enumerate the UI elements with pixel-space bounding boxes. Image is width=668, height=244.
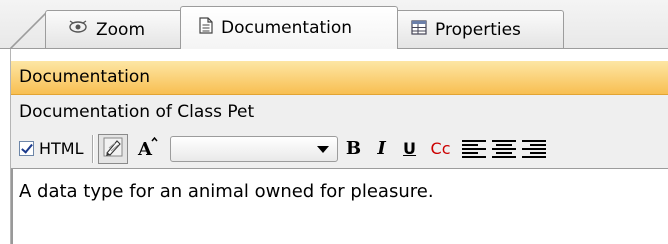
documentation-editor[interactable]: A data type for an animal owned for plea… — [11, 169, 668, 244]
font-family-select[interactable] — [169, 135, 338, 162]
highlight-pen-button[interactable] — [97, 133, 128, 164]
tab-zoom[interactable]: Zoom — [45, 10, 185, 48]
tab-zoom-label: Zoom — [96, 19, 146, 40]
text-color-icon: Cc — [430, 138, 451, 158]
align-center-button[interactable] — [491, 139, 516, 158]
tab-properties[interactable]: Properties — [394, 10, 564, 48]
align-left-button[interactable] — [461, 139, 486, 158]
html-checkbox[interactable] — [19, 141, 34, 156]
editor-text: A data type for an animal owned for plea… — [19, 181, 434, 202]
format-toolbar: HTML A B I U Cc — [11, 129, 668, 169]
font-size-icon: A — [135, 136, 159, 162]
panel-subtitle: Documentation of Class Pet — [11, 95, 668, 129]
font-size-button[interactable]: A — [132, 134, 162, 164]
chevron-down-icon — [316, 145, 329, 153]
html-checkbox-label: HTML — [39, 139, 84, 158]
align-right-button[interactable] — [521, 139, 546, 158]
text-color-button[interactable]: Cc — [426, 135, 456, 163]
bold-button[interactable]: B — [342, 135, 366, 163]
tab-documentation-label: Documentation — [221, 18, 353, 38]
tab-strip-edge — [10, 10, 50, 48]
document-icon — [199, 17, 213, 39]
panel-title: Documentation — [11, 61, 668, 95]
highlight-pen-icon — [102, 136, 124, 162]
toolbar-separator — [91, 134, 94, 163]
italic-button[interactable]: I — [370, 135, 394, 163]
tab-properties-label: Properties — [435, 19, 521, 40]
zoom-icon — [68, 19, 88, 40]
tab-documentation[interactable]: Documentation — [180, 6, 398, 49]
underline-button[interactable]: U — [398, 135, 422, 163]
tab-strip: Zoom Documentation Properties — [0, 0, 668, 49]
properties-icon — [411, 19, 427, 40]
svg-text:A: A — [137, 139, 153, 158]
documentation-panel: Documentation Documentation of Class Pet… — [10, 49, 668, 244]
